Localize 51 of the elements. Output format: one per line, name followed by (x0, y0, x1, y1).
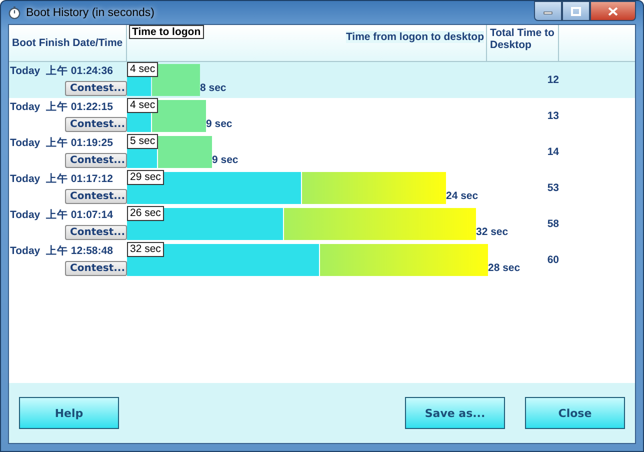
table-row[interactable]: Today 上午 01:19:25 Contest... 5 sec 9 sec 14 (9, 134, 635, 170)
desktop-bar (158, 136, 212, 168)
desktop-time-label: 8 sec (200, 82, 226, 94)
contest-button[interactable]: Contest... (65, 153, 127, 168)
boot-time: Today 上午 01:17:12 (10, 172, 113, 186)
total-time: 12 (547, 74, 559, 86)
dialog-button[interactable]: Close (525, 397, 625, 429)
desktop-time-label: 24 sec (446, 190, 478, 202)
table-row[interactable]: Today 上午 12:58:48 Contest... 32 sec 28 sec 60 (9, 242, 635, 278)
desktop-time-label: 9 sec (206, 118, 232, 130)
column-header: Time to logon (129, 25, 204, 39)
contest-button[interactable]: Contest... (65, 261, 127, 276)
logon-time-label: 26 sec (127, 206, 164, 221)
logon-time-label: 29 sec (127, 170, 164, 185)
dialog-button[interactable]: Save as... (405, 397, 505, 429)
column-header: Boot Finish Date/Time (12, 37, 123, 49)
help-button[interactable]: Help (19, 397, 119, 429)
total-time: 13 (547, 110, 559, 122)
contest-button[interactable]: Contest... (65, 225, 127, 240)
window-title: Boot History (in seconds) (26, 6, 156, 18)
logon-time-label: 4 sec (127, 98, 158, 113)
minimize-button[interactable] (534, 1, 562, 21)
maximize-icon (571, 6, 581, 16)
table-row[interactable]: Today 上午 01:22:15 Contest... 4 sec 9 sec 13 (9, 98, 635, 134)
contest-button[interactable]: Contest... (65, 189, 127, 204)
contest-button[interactable]: Contest... (65, 81, 127, 96)
boot-time: Today 上午 12:58:48 (10, 244, 113, 258)
table-row[interactable]: Today 上午 01:07:14 Contest... 26 sec 32 sec 58 (9, 206, 635, 242)
contest-button[interactable]: Contest... (65, 117, 127, 132)
logon-time-label: 5 sec (127, 134, 158, 149)
desktop-time-label: 9 sec (212, 154, 238, 166)
boot-time: Today 上午 01:24:36 (10, 64, 113, 78)
total-time: 60 (547, 254, 559, 266)
desktop-time-label: 32 sec (476, 226, 508, 238)
maximize-button[interactable] (562, 1, 590, 21)
stopwatch-icon (8, 6, 21, 19)
close-icon (608, 6, 618, 16)
desktop-time-label: 28 sec (488, 262, 520, 274)
total-time: 14 (547, 146, 559, 158)
boot-time: Today 上午 01:22:15 (10, 100, 113, 114)
logon-time-label: 4 sec (127, 62, 158, 77)
close-button[interactable] (590, 1, 636, 21)
logon-time-label: 32 sec (127, 242, 164, 257)
total-time: 58 (547, 218, 559, 230)
boot-time: Today 上午 01:07:14 (10, 208, 113, 222)
total-time: 53 (547, 182, 559, 194)
column-header: Time from logon to desktop (346, 31, 484, 43)
table-row[interactable]: Today 上午 01:17:12 Contest... 29 sec 24 sec 53 (9, 170, 635, 206)
column-header: Total Time to Desktop (490, 27, 554, 51)
boot-time: Today 上午 01:19:25 (10, 136, 113, 150)
table-row[interactable]: Today 上午 01:24:36 Contest... 4 sec 8 sec 12 (9, 62, 635, 98)
